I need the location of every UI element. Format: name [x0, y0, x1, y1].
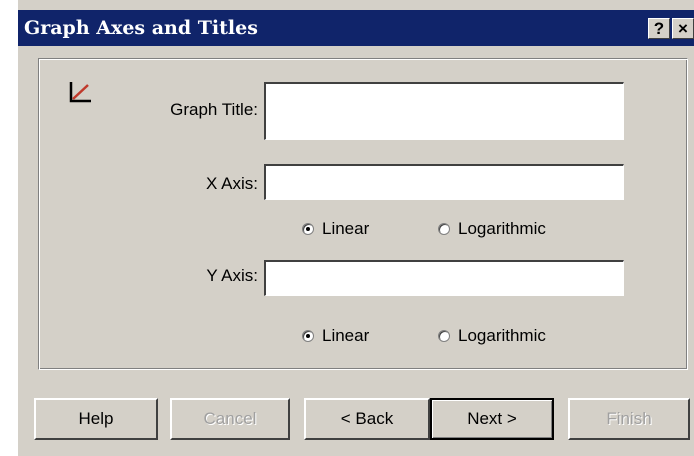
- radio-checked-icon: [302, 223, 314, 235]
- graph-title-input[interactable]: [264, 82, 624, 140]
- radio-unchecked-icon: [438, 330, 450, 342]
- y-axis-linear-radio[interactable]: Linear: [302, 326, 369, 346]
- graph-axes-dialog: Graph Axes and Titles ? × Graph Title: X…: [18, 0, 694, 456]
- x-axis-logarithmic-radio[interactable]: Logarithmic: [438, 219, 546, 239]
- radio-checked-icon: [302, 330, 314, 342]
- graph-axes-icon: [66, 78, 94, 106]
- title-bar[interactable]: Graph Axes and Titles ? ×: [18, 10, 694, 46]
- cancel-button[interactable]: Cancel: [170, 398, 290, 440]
- y-axis-linear-label: Linear: [322, 326, 370, 345]
- radio-unchecked-icon: [438, 223, 450, 235]
- x-axis-input[interactable]: [264, 164, 624, 200]
- x-axis-linear-radio[interactable]: Linear: [302, 219, 369, 239]
- window-title: Graph Axes and Titles: [24, 17, 258, 39]
- close-icon[interactable]: ×: [672, 18, 694, 39]
- y-axis-label: Y Axis:: [206, 266, 258, 285]
- x-axis-label: X Axis:: [206, 174, 258, 193]
- help-icon[interactable]: ?: [648, 18, 670, 39]
- finish-button[interactable]: Finish: [568, 398, 690, 440]
- graph-title-label: Graph Title:: [170, 100, 258, 119]
- y-axis-logarithmic-label: Logarithmic: [458, 326, 546, 345]
- x-axis-logarithmic-label: Logarithmic: [458, 219, 546, 238]
- y-axis-logarithmic-radio[interactable]: Logarithmic: [438, 326, 546, 346]
- x-axis-linear-label: Linear: [322, 219, 370, 238]
- help-button[interactable]: Help: [34, 398, 158, 440]
- next-button[interactable]: Next >: [430, 398, 554, 440]
- back-button[interactable]: < Back: [304, 398, 430, 440]
- y-axis-input[interactable]: [264, 260, 624, 296]
